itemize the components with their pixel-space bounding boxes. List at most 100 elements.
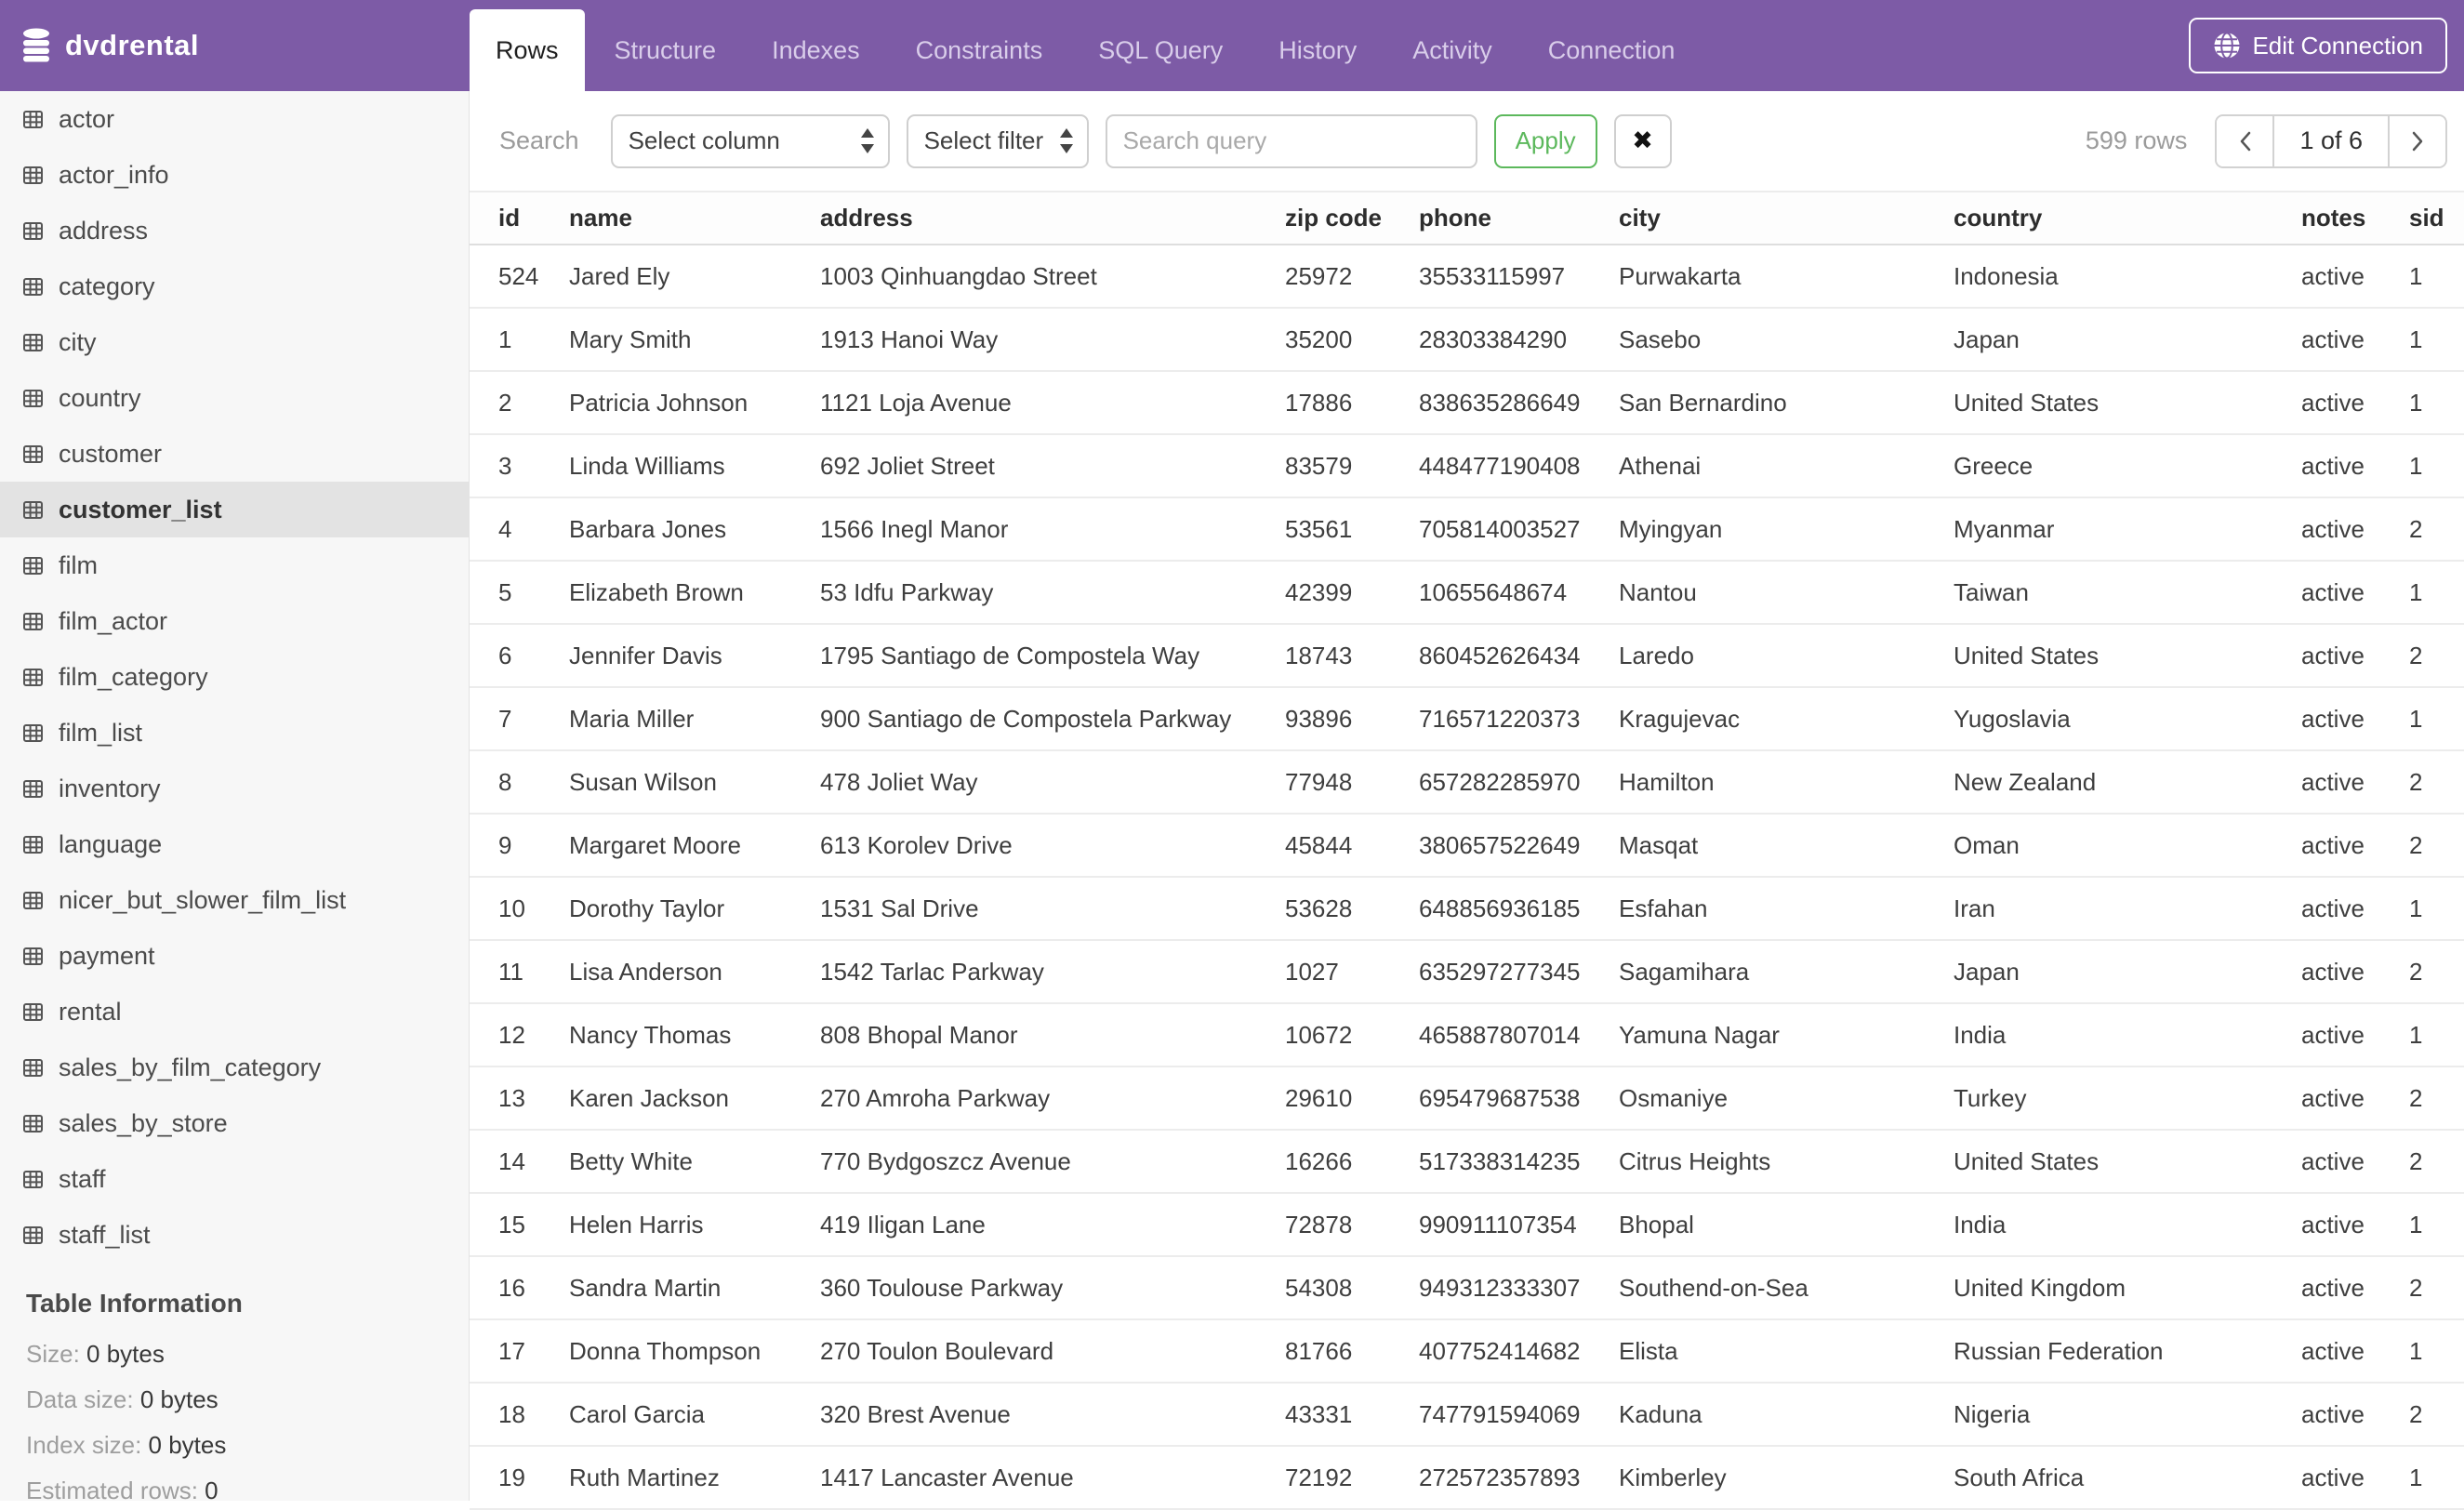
cell-notes[interactable]: active	[2301, 434, 2409, 498]
cell-country[interactable]: India	[1954, 1003, 2301, 1067]
cell-sid[interactable]: 2	[2409, 750, 2464, 815]
search-query-input[interactable]	[1105, 113, 1477, 168]
sidebar-item-rental[interactable]: rental	[0, 984, 469, 1040]
cell-notes[interactable]: active	[2301, 308, 2409, 372]
cell-city[interactable]: Yamuna Nagar	[1619, 1003, 1954, 1067]
sidebar-item-payment[interactable]: payment	[0, 928, 469, 984]
cell-notes[interactable]: active	[2301, 561, 2409, 625]
cell-address[interactable]: 1795 Santiago de Compostela Way	[820, 624, 1285, 688]
cell-notes[interactable]: active	[2301, 1130, 2409, 1194]
column-header-notes[interactable]: notes	[2301, 191, 2409, 245]
cell-phone[interactable]: 465887807014	[1419, 1003, 1619, 1067]
cell-id[interactable]: 2	[470, 371, 569, 435]
cell-address[interactable]: 613 Korolev Drive	[820, 814, 1285, 878]
tab-structure[interactable]: Structure	[589, 9, 743, 91]
cell-city[interactable]: Southend-on-Sea	[1619, 1256, 1954, 1320]
cell-city[interactable]: Osmaniye	[1619, 1066, 1954, 1131]
cell-sid[interactable]: 2	[2409, 1256, 2464, 1320]
cell-phone[interactable]: 705814003527	[1419, 497, 1619, 562]
sidebar-item-actor-info[interactable]: actor_info	[0, 147, 469, 203]
sidebar-item-address[interactable]: address	[0, 203, 469, 258]
cell-country[interactable]: Iran	[1954, 877, 2301, 941]
sidebar-item-film[interactable]: film	[0, 537, 469, 593]
cell-id[interactable]: 524	[470, 245, 569, 309]
cell-phone[interactable]: 28303384290	[1419, 308, 1619, 372]
cell-zip-code[interactable]: 93896	[1285, 687, 1419, 751]
cell-city[interactable]: Myingyan	[1619, 497, 1954, 562]
cell-phone[interactable]: 695479687538	[1419, 1066, 1619, 1131]
cell-country[interactable]: Yugoslavia	[1954, 687, 2301, 751]
cell-notes[interactable]: active	[2301, 624, 2409, 688]
cell-name[interactable]: Mary Smith	[569, 308, 820, 372]
cell-city[interactable]: Hamilton	[1619, 750, 1954, 815]
cell-name[interactable]: Margaret Moore	[569, 814, 820, 878]
column-header-city[interactable]: city	[1619, 191, 1954, 245]
cell-country[interactable]: Japan	[1954, 940, 2301, 1004]
cell-sid[interactable]: 1	[2409, 308, 2464, 372]
column-select[interactable]: Select column	[610, 113, 890, 168]
next-page-button[interactable]	[2390, 115, 2445, 166]
cell-phone[interactable]: 10655648674	[1419, 561, 1619, 625]
cell-country[interactable]: Japan	[1954, 308, 2301, 372]
cell-country[interactable]: New Zealand	[1954, 750, 2301, 815]
cell-zip-code[interactable]: 18743	[1285, 624, 1419, 688]
cell-zip-code[interactable]: 43331	[1285, 1383, 1419, 1447]
cell-address[interactable]: 1531 Sal Drive	[820, 877, 1285, 941]
cell-id[interactable]: 15	[470, 1193, 569, 1257]
cell-name[interactable]: Elizabeth Brown	[569, 561, 820, 625]
cell-city[interactable]: Purwakarta	[1619, 245, 1954, 309]
cell-zip-code[interactable]: 25972	[1285, 245, 1419, 309]
filter-select[interactable]: Select filter	[906, 113, 1089, 168]
cell-id[interactable]: 18	[470, 1383, 569, 1447]
sidebar-item-customer[interactable]: customer	[0, 426, 469, 482]
sidebar-item-nicer-but-slower-film-list[interactable]: nicer_but_slower_film_list	[0, 872, 469, 928]
cell-country[interactable]: Taiwan	[1954, 561, 2301, 625]
cell-zip-code[interactable]: 35200	[1285, 308, 1419, 372]
cell-id[interactable]: 4	[470, 497, 569, 562]
cell-address[interactable]: 270 Amroha Parkway	[820, 1066, 1285, 1131]
sidebar-item-country[interactable]: country	[0, 370, 469, 426]
cell-city[interactable]: Masqat	[1619, 814, 1954, 878]
cell-zip-code[interactable]: 72192	[1285, 1446, 1419, 1510]
cell-notes[interactable]: active	[2301, 750, 2409, 815]
cell-address[interactable]: 1566 Inegl Manor	[820, 497, 1285, 562]
cell-id[interactable]: 3	[470, 434, 569, 498]
cell-name[interactable]: Maria Miller	[569, 687, 820, 751]
column-header-name[interactable]: name	[569, 191, 820, 245]
cell-notes[interactable]: active	[2301, 814, 2409, 878]
cell-sid[interactable]: 2	[2409, 624, 2464, 688]
cell-phone[interactable]: 716571220373	[1419, 687, 1619, 751]
cell-address[interactable]: 1121 Loja Avenue	[820, 371, 1285, 435]
cell-zip-code[interactable]: 29610	[1285, 1066, 1419, 1131]
clear-search-button[interactable]: ✖	[1613, 113, 1672, 168]
cell-id[interactable]: 5	[470, 561, 569, 625]
cell-id[interactable]: 13	[470, 1066, 569, 1131]
cell-sid[interactable]: 1	[2409, 1193, 2464, 1257]
cell-name[interactable]: Susan Wilson	[569, 750, 820, 815]
cell-id[interactable]: 12	[470, 1003, 569, 1067]
cell-id[interactable]: 14	[470, 1130, 569, 1194]
cell-id[interactable]: 17	[470, 1319, 569, 1384]
cell-phone[interactable]: 648856936185	[1419, 877, 1619, 941]
cell-id[interactable]: 8	[470, 750, 569, 815]
cell-zip-code[interactable]: 42399	[1285, 561, 1419, 625]
cell-phone[interactable]: 949312333307	[1419, 1256, 1619, 1320]
cell-id[interactable]: 9	[470, 814, 569, 878]
cell-country[interactable]: Nigeria	[1954, 1383, 2301, 1447]
cell-country[interactable]: Indonesia	[1954, 245, 2301, 309]
cell-sid[interactable]: 2	[2409, 814, 2464, 878]
cell-address[interactable]: 1542 Tarlac Parkway	[820, 940, 1285, 1004]
cell-sid[interactable]: 1	[2409, 1003, 2464, 1067]
cell-city[interactable]: Athenai	[1619, 434, 1954, 498]
cell-address[interactable]: 770 Bydgoszcz Avenue	[820, 1130, 1285, 1194]
cell-city[interactable]: Nantou	[1619, 561, 1954, 625]
cell-address[interactable]: 419 Iligan Lane	[820, 1193, 1285, 1257]
sidebar-item-sales-by-film-category[interactable]: sales_by_film_category	[0, 1040, 469, 1095]
cell-zip-code[interactable]: 53561	[1285, 497, 1419, 562]
cell-city[interactable]: Kaduna	[1619, 1383, 1954, 1447]
tab-activity[interactable]: Activity	[1386, 9, 1518, 91]
cell-phone[interactable]: 838635286649	[1419, 371, 1619, 435]
cell-notes[interactable]: active	[2301, 687, 2409, 751]
column-header-address[interactable]: address	[820, 191, 1285, 245]
cell-name[interactable]: Jared Ely	[569, 245, 820, 309]
